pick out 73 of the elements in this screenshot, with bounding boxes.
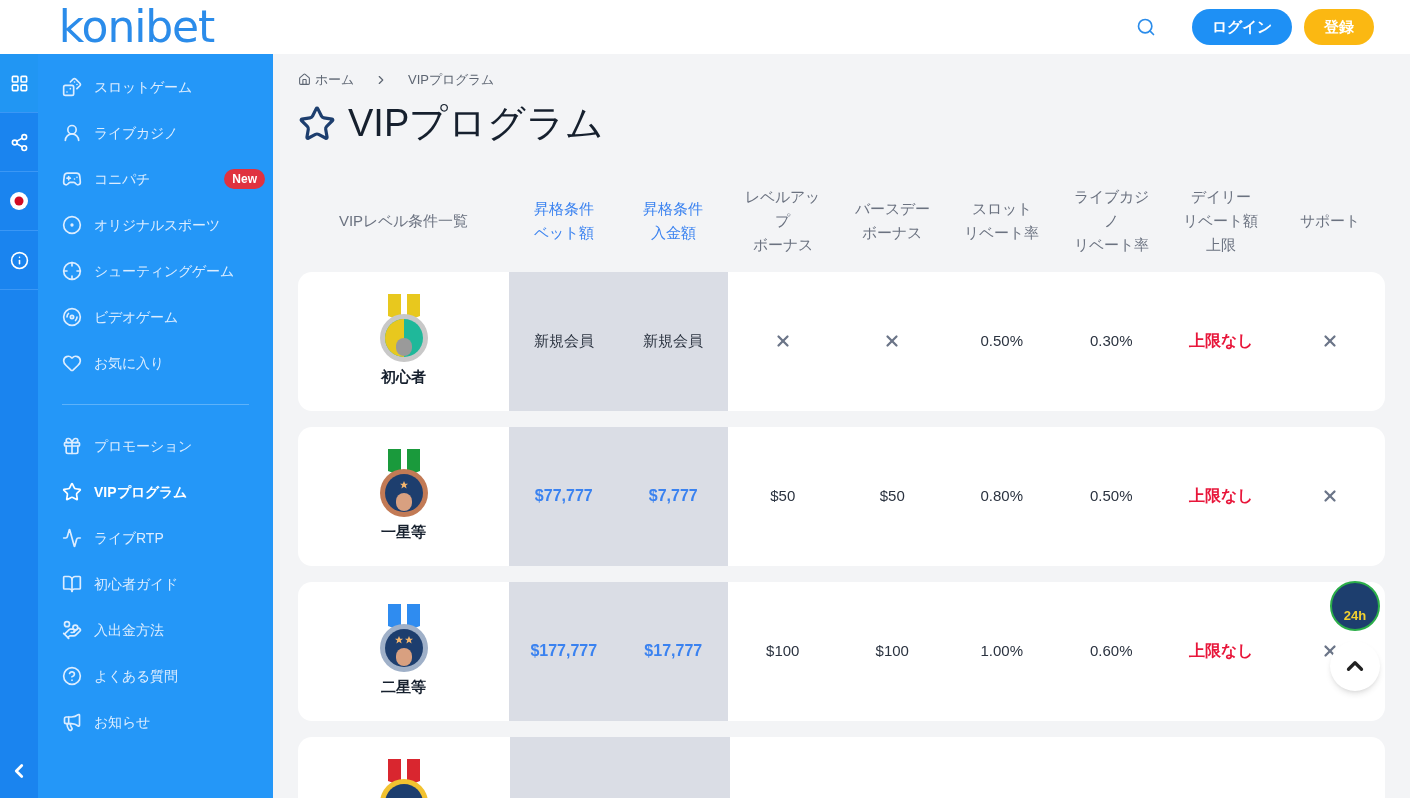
breadcrumb-current: VIPプログラム	[408, 71, 494, 89]
share-icon	[9, 132, 29, 152]
nav-icon	[62, 77, 82, 97]
sidebar-item[interactable]: スロットゲーム	[38, 64, 273, 110]
column-header: デイリー リベート額 上限	[1183, 186, 1259, 255]
register-button[interactable]: 登録	[1304, 9, 1374, 45]
table-cell-text: $7,777	[648, 486, 698, 506]
sidebar-item[interactable]: VIPプログラム	[38, 469, 273, 515]
login-button[interactable]: ログイン	[1192, 9, 1292, 45]
sidebar-item[interactable]: ライブカジノ	[38, 110, 273, 156]
nav-icon	[62, 528, 82, 548]
column-header: サポート	[1300, 210, 1361, 231]
nav-icon	[62, 123, 82, 143]
column-header: バースデー ボーナス	[854, 198, 930, 243]
sidebar-item[interactable]: よくある質問	[38, 653, 273, 699]
table-cell-text: $100	[766, 640, 800, 661]
table-cell-text: 0.30%	[1090, 330, 1133, 351]
table-cell-text: $17,777	[644, 641, 703, 661]
nav-icon	[62, 620, 82, 640]
sidebar-item[interactable]: シューティングゲーム	[38, 248, 273, 294]
sidebar-item[interactable]: 入出金方法	[38, 607, 273, 653]
column-header: スロット リベート率	[964, 198, 1040, 243]
nav-icon	[62, 169, 82, 189]
home-icon[interactable]	[298, 73, 311, 87]
nav-icon	[62, 482, 82, 502]
vip-star-icon	[298, 104, 336, 143]
nav-icon	[62, 353, 82, 373]
breadcrumb-link[interactable]: ホーム	[315, 70, 354, 90]
nav-icon	[62, 261, 82, 281]
japan-flag-icon	[10, 192, 28, 210]
sidebar-item[interactable]: コニパチ New	[38, 156, 273, 202]
table-cell-text: $50	[879, 485, 905, 506]
table-cell-text: 0.50%	[980, 330, 1024, 351]
table-cell-text: 0.60%	[1090, 640, 1133, 661]
column-header: 昇格条件 入金額	[643, 198, 704, 243]
nav-icon	[62, 712, 82, 732]
sidebar-item[interactable]: お気に入り	[38, 340, 273, 386]
column-header: VIPレベル条件一覧	[338, 210, 469, 231]
table-cell-text: $50	[770, 485, 796, 506]
search-icon[interactable]	[1136, 17, 1156, 37]
table-cell-text: $100	[875, 640, 909, 661]
column-header: レベルアッ プ ボーナス	[745, 186, 821, 255]
level-name: 一星等	[381, 521, 426, 542]
table-cell-text: 1.00%	[980, 640, 1024, 661]
table-cell-text: 0.50%	[1090, 485, 1133, 506]
sidebar-item[interactable]: ビデオゲーム	[38, 294, 273, 340]
level-name: 初心者	[381, 366, 426, 387]
level-name: 二星等	[381, 676, 426, 697]
new-badge: New	[224, 169, 265, 189]
table-cell-text: 上限なし	[1188, 331, 1253, 352]
table-cell-text: 新規会員	[533, 330, 594, 351]
table-cell-text: 新規会員	[643, 330, 704, 351]
logo[interactable]: konibet	[58, 5, 215, 49]
column-header: 昇格条件 ベット額	[533, 198, 594, 243]
table-cell-text: $77,777	[534, 486, 593, 506]
sidebar-item[interactable]: お知らせ	[38, 699, 273, 745]
page-title: VIPプログラム	[348, 101, 605, 146]
info-icon	[9, 250, 29, 270]
grid-icon	[9, 73, 29, 93]
nav-icon	[62, 666, 82, 686]
sidebar-item[interactable]: オリジナルスポーツ	[38, 202, 273, 248]
nav-icon	[62, 215, 82, 235]
table-cell-text: 上限なし	[1188, 641, 1253, 662]
table-cell-text: $177,777	[530, 641, 598, 661]
nav-icon	[62, 436, 82, 456]
table-cell-text: 上限なし	[1188, 486, 1253, 507]
table-cell-text: 0.80%	[980, 485, 1024, 506]
nav-icon	[62, 574, 82, 594]
sidebar-item[interactable]: 初心者ガイド	[38, 561, 273, 607]
sidebar-item[interactable]: プロモーション	[38, 423, 273, 469]
sidebar-item[interactable]: ライブRTP	[38, 515, 273, 561]
nav-icon	[62, 307, 82, 327]
column-header: ライブカジ ノ リベート率	[1073, 186, 1149, 255]
